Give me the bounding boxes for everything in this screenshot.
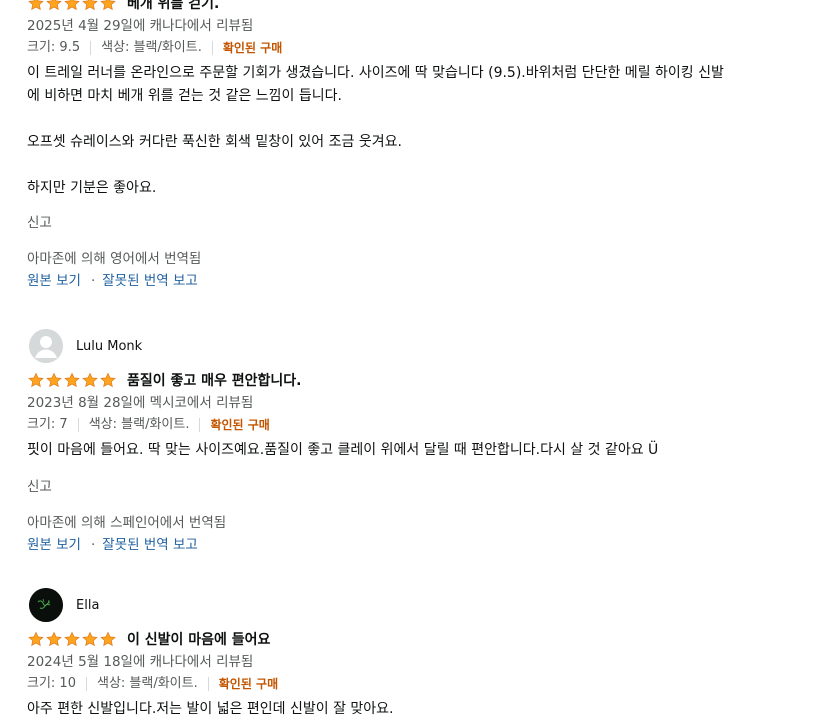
star-icon xyxy=(82,631,98,646)
review-3: Ella 이 신발이 마음에 들어요 2024년 5월 18일에 캐나다에서 리… xyxy=(27,588,821,721)
star-icon xyxy=(28,0,44,10)
review-body-line: 하지만 기분은 좋아요. xyxy=(27,180,157,196)
review-body-line: 이 트레일 러너를 온라인으로 주문할 기회가 생겼습니다. 사이즈에 딱 맞습… xyxy=(27,65,724,81)
avatar xyxy=(29,329,63,363)
dot-separator: · xyxy=(90,537,96,553)
review-date: 2025년 4월 29일에 캐나다에서 리뷰됨 xyxy=(27,18,254,34)
dot-separator: · xyxy=(90,273,96,289)
review-body-line: 에 비하면 마치 베개 위를 걷는 것 같은 느낌이 듭니다. xyxy=(27,88,342,104)
star-icon xyxy=(100,372,116,387)
star-icon xyxy=(28,631,44,646)
profile-photo-icon xyxy=(29,588,63,622)
star-rating[interactable] xyxy=(27,0,117,12)
star-icon xyxy=(64,631,80,646)
review-attributes: 크기: 9.5 색상: 블랙/화이트. 확인된 구매 xyxy=(27,37,821,59)
review-body-line: 아주 편한 신발입니다.저는 발이 넓은 편인데 신발이 잘 맞아요. xyxy=(27,701,394,717)
review-attributes: 크기: 10 색상: 블랙/화이트. 확인된 구매 xyxy=(27,673,821,695)
report-link[interactable]: 신고 xyxy=(27,212,821,234)
review-title-row: 베개 위를 걷기. xyxy=(27,0,821,15)
divider xyxy=(85,677,87,691)
star-icon xyxy=(82,372,98,387)
view-original-link[interactable]: 원본 보기 xyxy=(27,273,81,289)
star-icon xyxy=(100,631,116,646)
avatar xyxy=(29,588,63,622)
size-attribute: 크기: 7 xyxy=(27,417,68,432)
review-1: 베개 위를 걷기. 2025년 4월 29일에 캐나다에서 리뷰됨 크기: 9.… xyxy=(27,0,821,292)
view-original-link[interactable]: 원본 보기 xyxy=(27,537,81,553)
verified-purchase-badge: 확인된 구매 xyxy=(218,677,279,691)
translation-notice: 아마존에 의해 스페인어에서 번역됨 xyxy=(27,515,227,531)
report-translation-link[interactable]: 잘못된 번역 보고 xyxy=(102,273,198,289)
reviewer-name[interactable]: Lulu Monk xyxy=(76,339,142,354)
verified-purchase-badge: 확인된 구매 xyxy=(210,418,270,432)
star-icon xyxy=(100,0,116,10)
review-title-row: 이 신발이 마음에 들어요 xyxy=(27,627,821,651)
divider xyxy=(207,677,209,691)
review-body: 이 트레일 러너를 온라인으로 주문할 기회가 생겼습니다. 사이즈에 딱 맞습… xyxy=(27,62,821,200)
star-icon xyxy=(64,372,80,387)
review-title[interactable]: 이 신발이 마음에 들어요 xyxy=(127,629,270,649)
divider xyxy=(90,41,92,55)
reviewer-name[interactable]: Ella xyxy=(76,598,99,613)
review-body-line: 오프셋 슈레이스와 커다란 푹신한 회색 밑창이 있어 조금 웃겨요. xyxy=(27,134,402,150)
color-attribute: 색상: 블랙/화이트. xyxy=(96,676,198,691)
color-attribute: 색상: 블랙/화이트. xyxy=(101,40,202,55)
star-icon xyxy=(82,0,98,10)
review-attributes: 크기: 7 색상: 블랙/화이트. 확인된 구매 xyxy=(27,414,821,436)
review-date: 2023년 8월 28일에 멕시코에서 리뷰됨 xyxy=(27,395,254,411)
color-attribute: 색상: 블랙/화이트. xyxy=(88,417,190,432)
reviewer-profile[interactable]: Ella xyxy=(27,588,821,622)
translation-links: 원본 보기 · 잘못된 번역 보고 xyxy=(27,270,821,292)
review-body: 핏이 마음에 들어요. 딱 맞는 사이즈예요.품질이 좋고 클레이 위에서 달릴… xyxy=(27,439,821,462)
star-icon xyxy=(64,0,80,10)
star-icon xyxy=(46,0,62,10)
size-attribute: 크기: 10 xyxy=(27,676,76,691)
review-2: Lulu Monk 품질이 좋고 매우 편안합니다. 2023년 8월 28일에… xyxy=(27,329,821,556)
translation-notice: 아마존에 의해 영어에서 번역됨 xyxy=(27,251,202,267)
size-attribute: 크기: 9.5 xyxy=(27,40,81,55)
verified-purchase-badge: 확인된 구매 xyxy=(222,41,283,55)
star-icon xyxy=(46,631,62,646)
reviewer-profile[interactable]: Lulu Monk xyxy=(27,329,821,363)
review-title-row: 품질이 좋고 매우 편안합니다. xyxy=(27,368,821,392)
star-icon xyxy=(28,372,44,387)
report-link[interactable]: 신고 xyxy=(27,476,821,498)
review-title[interactable]: 베개 위를 걷기. xyxy=(127,0,219,13)
review-body: 아주 편한 신발입니다.저는 발이 넓은 편인데 신발이 잘 맞아요. xyxy=(27,698,821,721)
star-icon xyxy=(46,372,62,387)
default-user-icon xyxy=(29,329,63,363)
review-title[interactable]: 품질이 좋고 매우 편안합니다. xyxy=(127,370,302,390)
review-date: 2024년 5월 18일에 캐나다에서 리뷰됨 xyxy=(27,654,254,670)
divider xyxy=(77,418,79,432)
star-rating[interactable] xyxy=(27,372,117,389)
divider xyxy=(211,41,213,55)
divider xyxy=(199,418,201,432)
report-translation-link[interactable]: 잘못된 번역 보고 xyxy=(102,537,198,553)
review-body-line: 핏이 마음에 들어요. 딱 맞는 사이즈예요.품질이 좋고 클레이 위에서 달릴… xyxy=(27,442,659,458)
star-rating[interactable] xyxy=(27,631,117,648)
translation-links: 원본 보기 · 잘못된 번역 보고 xyxy=(27,534,821,556)
